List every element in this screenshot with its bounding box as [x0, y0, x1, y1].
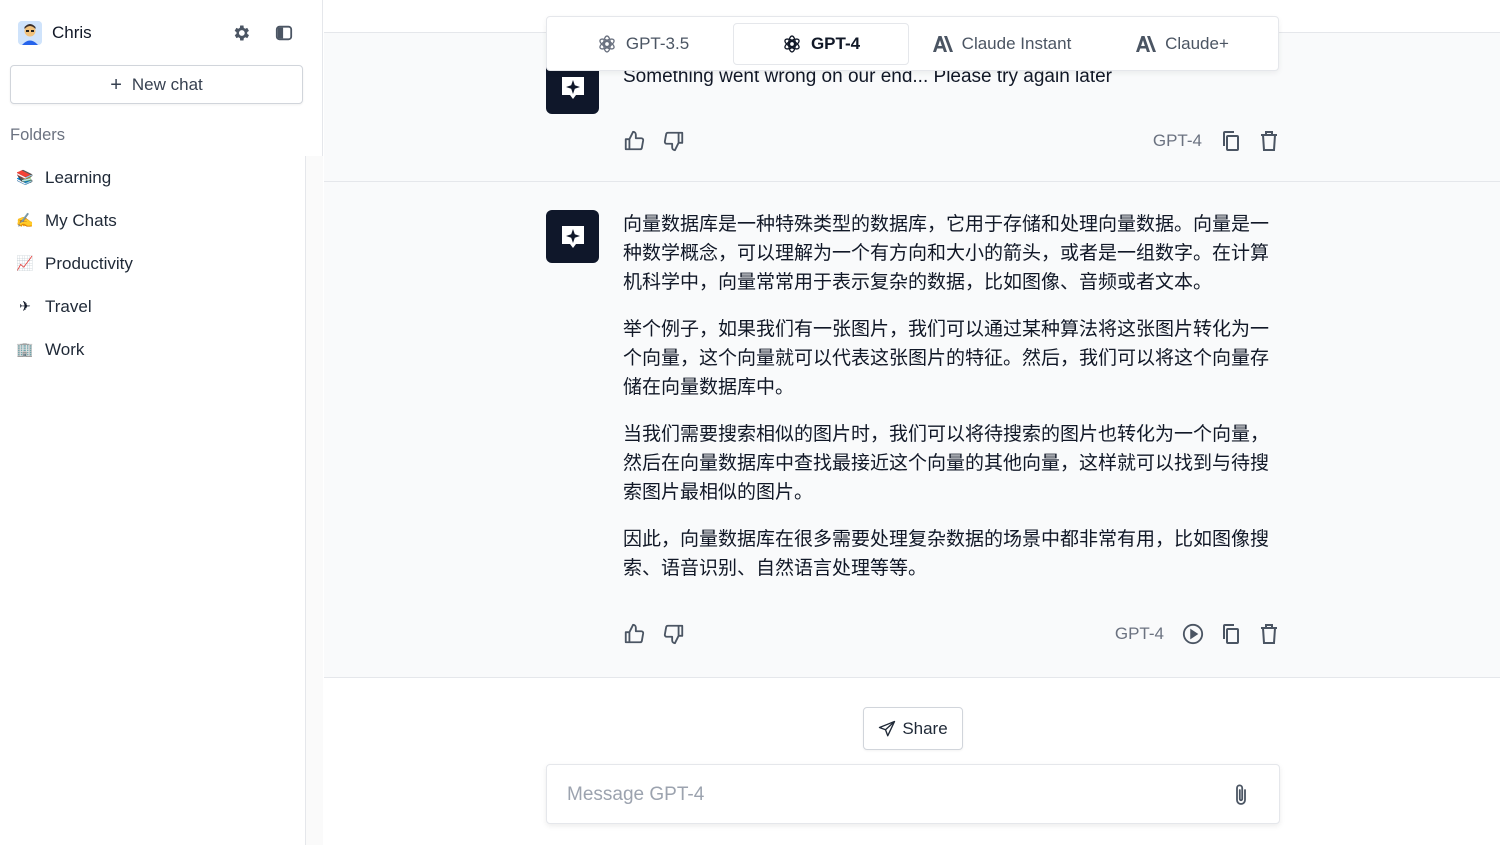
tab-label: GPT-4: [810, 33, 861, 53]
tab-gpt-4[interactable]: GPT-4: [733, 22, 909, 65]
folder-item-learning[interactable]: 📚 Learning: [0, 156, 305, 199]
message-paragraph: 举个例子，如果我们有一张图片，我们可以通过某种算法将这张图片转化为一个向量，这个…: [623, 318, 1270, 398]
tab-claude-instant[interactable]: Claude Instant: [909, 23, 1095, 65]
folder-label: Productivity: [45, 253, 133, 273]
sidebar: Chris + New chat Folders 📚 Learning ✍️ M…: [0, 0, 323, 845]
share-label: Share: [902, 718, 948, 738]
books-icon: 📚: [16, 169, 34, 185]
folder-item-my-chats[interactable]: ✍️ My Chats: [0, 199, 305, 242]
anthropic-icon: [932, 35, 953, 52]
message-composer: [546, 764, 1280, 824]
sidebar-toggle-icon[interactable]: [273, 22, 295, 44]
message-actions: GPT-4: [1153, 130, 1280, 152]
openai-icon: [597, 34, 617, 54]
message-paragraph: 当我们需要搜索相似的图片时，我们可以将待搜索的图片也转化为一个向量，然后在向量数…: [623, 423, 1270, 503]
office-building-icon: 🏢: [16, 341, 34, 357]
airplane-icon: ✈: [19, 298, 31, 314]
message-input[interactable]: [567, 779, 1207, 811]
message-paragraph: 因此，向量数据库在很多需要处理复杂数据的场景中都非常有用，比如图像搜索、语音识别…: [623, 528, 1270, 579]
tab-claude-plus[interactable]: Claude+: [1095, 23, 1270, 65]
anthropic-icon: [1136, 35, 1157, 52]
thumbs-up-icon[interactable]: [623, 130, 645, 152]
chat-main: Something went wrong on our end... Pleas…: [324, 0, 1500, 845]
folder-list: 📚 Learning ✍️ My Chats 📈 Productivity ✈ …: [0, 156, 305, 371]
message-content: 向量数据库是一种特殊类型的数据库，它用于存储和处理向量数据。向量是一种数学概念，…: [623, 210, 1273, 601]
writing-hand-icon: ✍️: [16, 212, 34, 228]
trash-icon[interactable]: [1258, 130, 1280, 152]
user-avatar-icon: [18, 21, 42, 45]
new-chat-button[interactable]: + New chat: [10, 65, 303, 104]
tab-label: Claude Instant: [961, 33, 1072, 53]
play-icon[interactable]: [1182, 623, 1204, 645]
gear-icon[interactable]: [230, 22, 252, 44]
assistant-message: 向量数据库是一种特殊类型的数据库，它用于存储和处理向量数据。向量是一种数学概念，…: [324, 182, 1500, 678]
thumbs-down-icon[interactable]: [663, 623, 685, 645]
sidebar-scrollbar[interactable]: [305, 156, 323, 845]
chart-increasing-icon: 📈: [16, 255, 34, 271]
message-paragraph: 向量数据库是一种特殊类型的数据库，它用于存储和处理向量数据。向量是一种数学概念，…: [623, 213, 1270, 293]
tab-label: GPT-3.5: [625, 33, 690, 53]
folder-label: Work: [45, 339, 85, 359]
copy-icon[interactable]: [1220, 130, 1242, 152]
paperclip-icon[interactable]: [1229, 783, 1253, 807]
folder-label: Learning: [45, 167, 112, 187]
feedback-actions: [623, 623, 685, 645]
folder-label: Travel: [45, 296, 92, 316]
folders-heading: Folders: [10, 126, 66, 144]
message-actions: GPT-4: [1115, 623, 1280, 645]
share-button[interactable]: Share: [863, 707, 963, 750]
folder-item-productivity[interactable]: 📈 Productivity: [0, 242, 305, 285]
folder-item-work[interactable]: 🏢 Work: [0, 328, 305, 371]
plus-icon: +: [110, 73, 122, 96]
tab-label: Claude+: [1165, 33, 1229, 53]
new-chat-label: New chat: [131, 74, 203, 94]
copy-icon[interactable]: [1220, 623, 1242, 645]
model-selector: GPT-3.5 GPT-4 Claude Instant Claude+: [546, 16, 1279, 71]
user-row[interactable]: Chris: [18, 20, 298, 46]
assistant-avatar-icon: [546, 210, 599, 263]
send-icon: [878, 720, 896, 738]
folder-item-travel[interactable]: ✈ Travel: [0, 285, 305, 328]
trash-icon[interactable]: [1258, 623, 1280, 645]
openai-icon: [782, 34, 802, 54]
feedback-actions: [623, 130, 685, 152]
message-model-label: GPT-4: [1114, 624, 1164, 643]
user-name: Chris: [52, 23, 92, 42]
thumbs-down-icon[interactable]: [663, 130, 685, 152]
message-model-label: GPT-4: [1152, 131, 1202, 150]
folder-label: My Chats: [45, 210, 117, 230]
tab-gpt-3-5[interactable]: GPT-3.5: [553, 23, 733, 65]
thumbs-up-icon[interactable]: [623, 623, 645, 645]
